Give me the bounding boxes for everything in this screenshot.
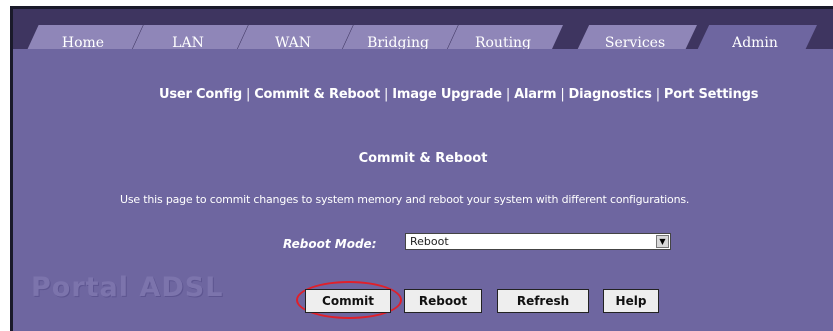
reboot-mode-label: Reboot Mode: xyxy=(283,237,377,251)
subnav-alarm[interactable]: Alarm xyxy=(514,87,556,102)
reboot-mode-select[interactable]: Reboot ▼ xyxy=(405,233,671,250)
subnav-separator: | xyxy=(384,87,389,102)
subnav-image-upgrade[interactable]: Image Upgrade xyxy=(392,87,502,102)
page-description: Use this page to commit changes to syste… xyxy=(120,193,690,206)
subnav-commit-reboot[interactable]: Commit & Reboot xyxy=(254,87,380,102)
dropdown-arrow-icon[interactable]: ▼ xyxy=(656,235,669,248)
page-title: Commit & Reboot xyxy=(358,151,488,166)
refresh-button[interactable]: Refresh xyxy=(497,289,589,313)
top-border xyxy=(10,6,833,9)
subnav-separator: | xyxy=(246,87,251,102)
admin-subnav: User Config | Commit & Reboot | Image Upgrad… xyxy=(159,87,758,102)
reboot-button[interactable]: Reboot xyxy=(404,289,482,313)
router-admin-window: Home LAN WAN Bridging Routing Services A… xyxy=(0,0,833,331)
subnav-diagnostics[interactable]: Diagnostics xyxy=(569,87,652,102)
subnav-port-settings[interactable]: Port Settings xyxy=(664,87,759,102)
reboot-mode-value: Reboot xyxy=(410,235,449,248)
subnav-separator: | xyxy=(560,87,565,102)
brand-logo: Portal ADSL xyxy=(31,272,224,303)
left-border xyxy=(10,6,13,331)
content-panel: User Config | Commit & Reboot | Image Upgrad… xyxy=(13,49,833,331)
subnav-separator: | xyxy=(505,87,511,102)
help-button[interactable]: Help xyxy=(603,289,659,313)
commit-button[interactable]: Commit xyxy=(305,289,391,313)
subnav-separator: | xyxy=(655,87,660,102)
subnav-user-config[interactable]: User Config xyxy=(159,87,242,102)
